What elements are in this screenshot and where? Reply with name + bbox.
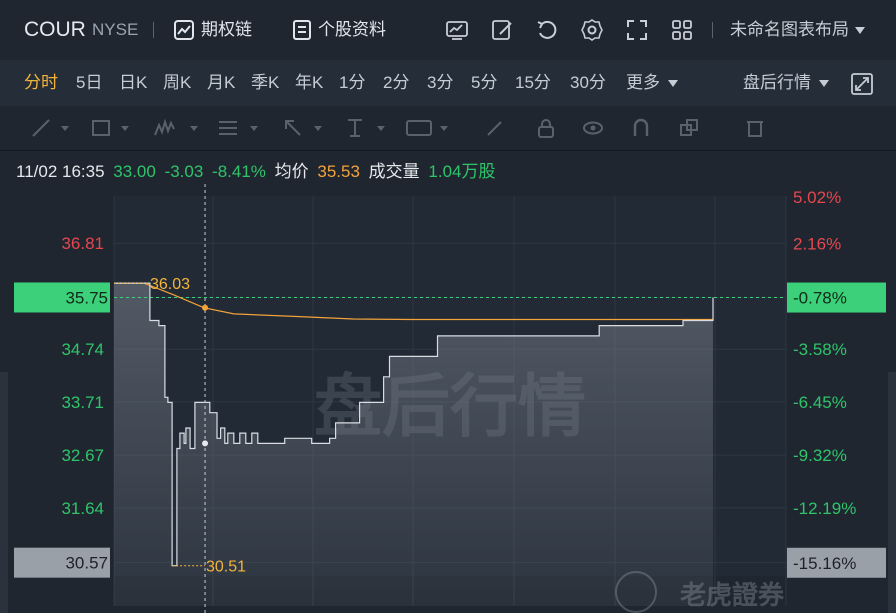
trendline-tool-icon[interactable] (30, 117, 52, 139)
layout-selector[interactable]: 未命名图表布局 (730, 0, 865, 60)
trash-icon[interactable] (744, 117, 766, 139)
avg-price-label: 均价 (274, 162, 309, 181)
text-tool-icon[interactable] (405, 117, 433, 139)
tab-15min[interactable]: 15分 (515, 60, 551, 106)
tab-more[interactable]: 更多 (626, 60, 678, 106)
copy-icon[interactable] (678, 117, 700, 139)
pct-tick: -6.45% (793, 393, 847, 412)
volume-label: 成交量 (368, 162, 420, 181)
bottom-pct-tick: -15.16% (793, 554, 856, 573)
tab-5day[interactable]: 5日 (76, 60, 102, 106)
current-pct-tick: -0.78% (793, 289, 847, 308)
price-tick: 33.71 (61, 393, 104, 412)
pct-tick: -12.19% (793, 499, 856, 518)
top-toolbar: COUR NYSE 期权链 个股资料 未命名图表布局 (0, 0, 896, 60)
tab-monthly[interactable]: 月K (207, 60, 235, 106)
grid-layout-icon[interactable] (670, 18, 694, 42)
tab-5min[interactable]: 5分 (471, 60, 497, 106)
indicator-icon[interactable] (445, 18, 469, 42)
tab-intraday[interactable]: 分时 (24, 60, 58, 106)
left-scroll-handle[interactable] (0, 372, 8, 613)
settings-icon[interactable] (580, 18, 604, 42)
tab-weekly[interactable]: 周K (163, 60, 191, 106)
right-pct-axis: 5.02% 2.16% -0.78% -3.58% -6.45% -9.32% -12.19… (787, 188, 886, 578)
tab-quarterly[interactable]: 季K (251, 60, 279, 106)
exchange-label: NYSE (92, 20, 139, 39)
chart-icon[interactable] (172, 18, 196, 42)
fullscreen-icon[interactable] (625, 18, 649, 42)
lock-icon[interactable] (535, 117, 557, 139)
edit-icon[interactable] (490, 18, 514, 42)
price-marker (202, 440, 209, 447)
tab-30min[interactable]: 30分 (570, 60, 606, 106)
drawing-toolbar (0, 106, 896, 150)
bottom-price-tick: 30.57 (65, 554, 108, 573)
wave-tool-icon[interactable] (153, 117, 175, 139)
options-chain-button[interactable]: 期权链 (201, 0, 252, 60)
eye-icon[interactable] (582, 117, 604, 139)
tab-yearly[interactable]: 年K (295, 60, 323, 106)
high-price-label: 36.03 (150, 276, 190, 293)
left-price-axis: 36.81 35.75 34.74 33.71 32.67 31.64 30.57 (14, 234, 110, 578)
measure-tool-icon[interactable] (344, 117, 366, 139)
price-tick: 36.81 (61, 234, 104, 253)
divider (712, 22, 713, 38)
tab-2min[interactable]: 2分 (383, 60, 409, 106)
after-hours-label: 盘后行情 (743, 73, 811, 92)
tab-1min[interactable]: 1分 (339, 60, 365, 106)
fibonacci-tool-icon[interactable] (217, 117, 239, 139)
magnet-icon[interactable] (630, 117, 652, 139)
undo-icon[interactable] (535, 18, 559, 42)
tab-3min[interactable]: 3分 (427, 60, 453, 106)
chevron-down-icon (819, 80, 829, 88)
stock-info-button[interactable]: 个股资料 (318, 0, 386, 60)
tab-daily[interactable]: 日K (119, 60, 147, 106)
after-hours-selector[interactable]: 盘后行情 (743, 60, 829, 106)
brand-text: 老虎證券 (680, 580, 785, 610)
period-tabs: 分时 5日 日K 周K 月K 季K 年K 1分 2分 3分 5分 15分 30分… (0, 60, 896, 106)
low-price-label: 30.51 (206, 559, 246, 576)
quote-datetime: 11/02 16:35 (16, 162, 105, 181)
volume-value: 1.04万股 (428, 162, 496, 181)
divider (153, 22, 154, 38)
quote-change-pct: -8.41% (212, 162, 266, 181)
pct-tick: 5.02% (793, 188, 841, 207)
intraday-chart[interactable]: 盘后行情 36.0330.51 36.8135.7534.7433.7132.6… (0, 184, 896, 613)
pct-tick: -9.32% (793, 446, 847, 465)
price-tick: 31.64 (61, 499, 104, 518)
avg-price-marker (202, 304, 209, 311)
current-price-tick: 35.75 (65, 288, 108, 307)
quote-change: -3.03 (164, 162, 204, 181)
divider (0, 150, 896, 151)
pct-tick: -3.58% (793, 340, 847, 359)
chevron-down-icon (855, 27, 865, 35)
pct-tick: 2.16% (793, 234, 841, 253)
quote-info-line: 11/02 16:35 33.00 -3.03 -8.41% 均价 35.53 … (16, 160, 500, 184)
expand-icon[interactable] (850, 72, 874, 96)
arrow-tool-icon[interactable] (282, 117, 304, 139)
list-doc-icon[interactable] (290, 18, 314, 42)
layout-name: 未命名图表布局 (730, 20, 849, 39)
rectangle-tool-icon[interactable] (90, 117, 112, 139)
avg-price-value: 35.53 (317, 162, 360, 181)
price-tick: 32.67 (61, 446, 104, 465)
right-scroll-handle[interactable] (888, 372, 896, 613)
chevron-down-icon (668, 80, 678, 88)
stock-symbol[interactable]: COUR (24, 0, 86, 60)
price-tick: 34.74 (61, 340, 104, 359)
pen-tool-icon[interactable] (484, 117, 506, 139)
quote-price: 33.00 (113, 162, 156, 181)
more-label: 更多 (626, 73, 660, 92)
